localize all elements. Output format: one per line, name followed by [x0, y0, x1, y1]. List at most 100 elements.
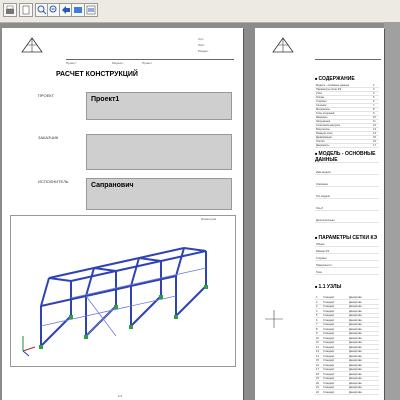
model-row: Тип модели: [315, 195, 379, 199]
node-cell: Декартова: [349, 390, 362, 394]
toc-item-label: Сочетания нагрузок: [316, 124, 340, 127]
node-cell: Стандарт: [323, 377, 335, 380]
toc-item-page: 8: [373, 108, 375, 111]
table-row: 16 Стандарт Декартова: [315, 364, 379, 368]
node-cell: Стандарт: [323, 345, 335, 349]
node-cell: Стандарт: [323, 390, 335, 394]
table-row: 8 Стандарт Декартова: [315, 328, 379, 332]
table-row: 7 Стандарт Декартова: [315, 323, 379, 327]
node-cell: 19: [316, 377, 319, 380]
toc-item-label: Усилия: [316, 140, 325, 143]
node-cell: Декартова: [349, 327, 362, 331]
toc-item-label: Модель - основные данные: [316, 84, 350, 87]
node-cell: 12: [316, 345, 319, 349]
toc-item-page: 11: [373, 120, 376, 123]
report-page-1: Стр.: Лист: Раздел: Проект: Модель: Прое…: [2, 28, 243, 400]
toc-item-page: 17: [373, 144, 376, 147]
table-row: 21 Стандарт Декартова: [315, 386, 379, 390]
toc-item-label: Типы стержней: [316, 112, 335, 115]
node-cell: 14: [316, 354, 319, 358]
nodes-heading: 1.1 УЗЛЫ: [315, 284, 342, 290]
toc-item-page: 5: [373, 96, 375, 99]
header-section-label: Раздел:: [198, 49, 209, 53]
toc-item-label: Опоры: [316, 96, 325, 99]
export-icon[interactable]: [71, 3, 85, 17]
project-field: Проект1: [86, 92, 232, 120]
node-cell: Стандарт: [323, 314, 335, 317]
node-cell: Декартова: [349, 336, 362, 340]
node-cell: Декартова: [349, 372, 362, 376]
isometric-view: Изометрия: [10, 215, 236, 367]
mesh-row-label: Тела: [316, 271, 322, 274]
page-setup-icon[interactable]: [19, 3, 33, 17]
model-row-label: Дополнительно: [316, 219, 335, 222]
toc-item-page: 2: [373, 84, 375, 87]
mesh-row-label: Стержни: [316, 257, 327, 260]
node-cell: Декартова: [349, 309, 362, 313]
node-cell: Декартова: [349, 345, 362, 349]
node-cell: 9: [316, 332, 318, 335]
print-icon[interactable]: [3, 3, 17, 17]
toc-item-page: 15: [373, 136, 376, 139]
scroll-area[interactable]: [384, 22, 400, 400]
table-row: 17 Стандарт Декартова: [315, 368, 379, 372]
node-cell: Декартова: [349, 368, 362, 371]
node-cell: Декартова: [349, 386, 362, 389]
toc-item-label: Материалы: [316, 108, 330, 111]
table-row: 9 Стандарт Декартова: [315, 332, 379, 336]
node-cell: Стандарт: [323, 309, 335, 313]
mesh-row-label: Общие: [316, 243, 325, 246]
node-cell: Стандарт: [323, 368, 335, 371]
model-row: Дополнительно: [315, 219, 379, 223]
model-row-label: Общие: [316, 159, 325, 162]
toc-item-label: Загружения: [316, 120, 331, 123]
toc-item-label: Деформации: [316, 136, 332, 139]
mesh-row: Стержни: [315, 257, 379, 261]
header-page-label: Стр.:: [198, 37, 205, 41]
table-row: 22 Стандарт Декартова: [315, 391, 379, 395]
table-row: 12 Стандарт Декартова: [315, 346, 379, 350]
node-cell: 21: [316, 386, 319, 389]
node-cell: Стандарт: [323, 305, 335, 308]
node-cell: Декартова: [349, 363, 362, 367]
node-cell: Стандарт: [323, 332, 335, 335]
header-divider: [66, 59, 234, 60]
toc-item-page: 6: [373, 100, 375, 103]
coordinate-axes-icon: [265, 310, 283, 328]
toc-item-page: 3: [373, 88, 375, 91]
table-row: 11 Стандарт Декартова: [315, 341, 379, 345]
node-cell: Декартова: [349, 305, 362, 308]
header-divider: [315, 59, 381, 60]
toc-item-page: 9: [373, 112, 375, 115]
node-cell: 10: [316, 336, 319, 340]
node-cell: 15: [316, 359, 319, 362]
model-row: Общие: [315, 159, 379, 163]
node-cell: Стандарт: [323, 363, 335, 367]
company-logo-icon: [272, 37, 294, 53]
toc-item-page: 14: [373, 132, 376, 135]
settings-icon[interactable]: [84, 3, 98, 17]
model-row: Описание: [315, 183, 379, 187]
toc-item-page: 4: [373, 92, 375, 95]
table-row: 3 Стандарт Декартова: [315, 305, 379, 309]
header-project-value: Проект: [142, 61, 152, 65]
table-row: 10 Стандарт Декартова: [315, 337, 379, 341]
node-cell: 22: [316, 390, 319, 394]
table-row: 14 Стандарт Декартова: [315, 355, 379, 359]
mesh-row-label: Размер КЭ: [316, 250, 330, 253]
mesh-row: Поверхности: [315, 264, 379, 268]
node-cell: Декартова: [349, 296, 362, 299]
table-row: 18 Стандарт Декартова: [315, 373, 379, 377]
table-row: 2 Стандарт Декартова: [315, 301, 379, 305]
project-label: ПРОЕКТ: [38, 93, 55, 98]
node-cell: Стандарт: [323, 386, 335, 389]
mesh-heading: ПАРАМЕТРЫ СЕТКИ КЭ: [315, 235, 378, 241]
node-cell: 11: [316, 341, 319, 344]
node-cell: 5: [316, 314, 318, 317]
header-model-label: Модель:: [112, 61, 124, 65]
model-row: Имя модели: [315, 171, 379, 175]
node-cell: 6: [316, 318, 318, 322]
page-number: 1/1: [118, 394, 123, 398]
mesh-row: Тела: [315, 271, 379, 275]
toc-item-label: Результаты: [316, 128, 330, 131]
